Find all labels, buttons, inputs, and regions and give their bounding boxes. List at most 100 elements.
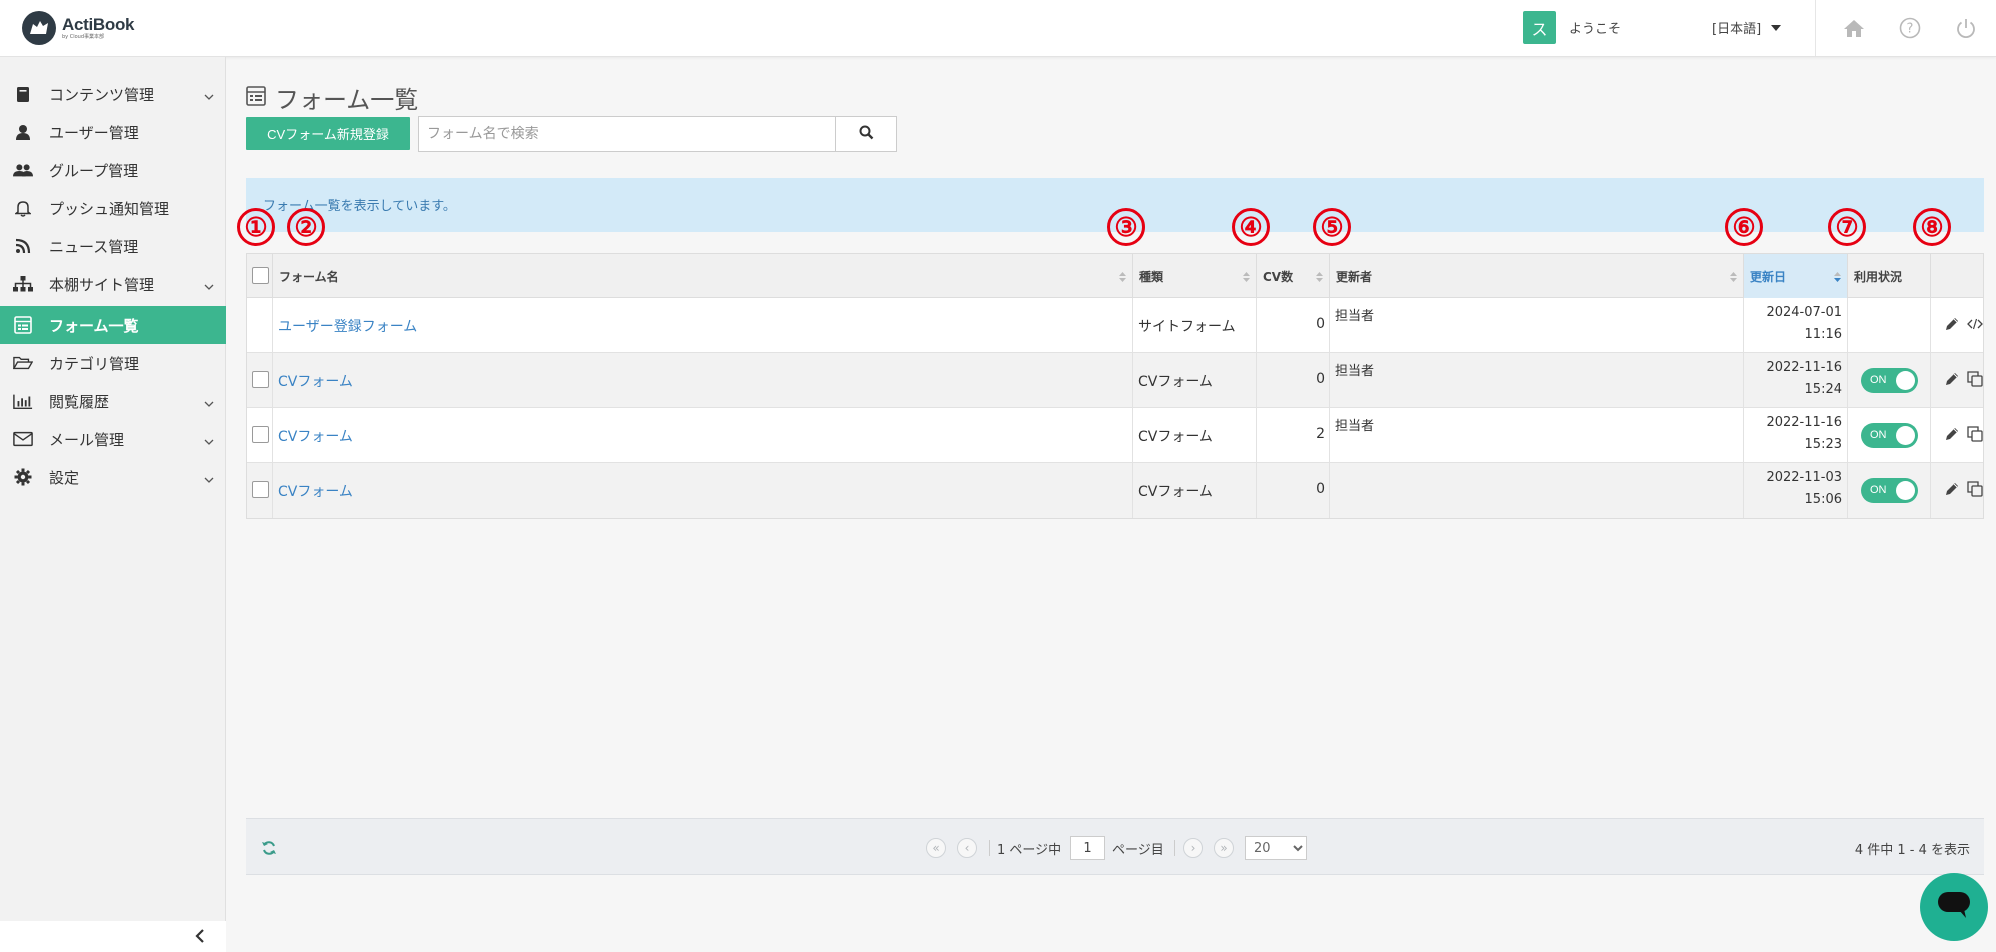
status-cell: ON [1848, 408, 1931, 463]
home-icon[interactable] [1841, 15, 1867, 41]
refresh-icon[interactable] [261, 840, 277, 860]
sidebar-item-label: フォーム一覧 [49, 316, 139, 335]
copy-icon[interactable] [1967, 371, 1983, 391]
sort-icon [1316, 271, 1323, 285]
chevron-down-icon [204, 472, 214, 488]
sidebar-item-categories[interactable]: カテゴリ管理 [0, 344, 226, 382]
sidebar-item-history[interactable]: 閲覧履歴 [0, 382, 226, 420]
row-checkbox[interactable] [252, 371, 269, 388]
sidebar-item-contents[interactable]: コンテンツ管理 [0, 75, 226, 113]
chevron-down-icon [204, 279, 214, 295]
form-type: CVフォーム [1138, 484, 1213, 500]
sidebar-item-users[interactable]: ユーザー管理 [0, 113, 226, 151]
search-button[interactable] [835, 116, 897, 152]
code-icon[interactable] [1967, 317, 1983, 335]
annotation-marker-1: ① [237, 208, 275, 246]
form-type: CVフォーム [1138, 429, 1213, 445]
envelope-icon [13, 429, 33, 449]
copy-icon[interactable] [1967, 426, 1983, 446]
chat-button[interactable] [1920, 873, 1988, 941]
toggle-knob [1896, 481, 1915, 500]
sidebar-item-forms[interactable]: フォーム一覧 [0, 306, 226, 344]
sidebar-item-groups[interactable]: グループ管理 [0, 151, 226, 189]
updated-date-cell: 2022-11-16 15:24 [1744, 353, 1848, 408]
search-icon [859, 125, 874, 144]
sidebar-item-settings[interactable]: 設定 [0, 458, 226, 496]
user-icon [13, 122, 33, 142]
status-cell: ON [1848, 353, 1931, 408]
sidebar-item-label: コンテンツ管理 [49, 85, 155, 104]
info-message: フォーム一覧を表示しています。 [263, 199, 456, 214]
updater-cell: 担当者 [1330, 298, 1744, 353]
form-icon [246, 85, 266, 110]
sidebar-item-label: ニュース管理 [49, 237, 139, 256]
user-avatar[interactable]: ス [1523, 11, 1556, 44]
top-header: ActiBook by Cloud事業本部 ス ようこそ [日本語] ? [0, 0, 1996, 57]
updater-cell: 担当者 [1330, 353, 1744, 408]
row-checkbox[interactable] [252, 481, 269, 498]
column-header-type[interactable]: 種類 [1133, 254, 1257, 298]
column-header-name[interactable]: フォーム名 [273, 254, 1133, 298]
form-name-link[interactable]: CVフォーム [278, 481, 353, 501]
toggle-label: ON [1870, 484, 1887, 496]
column-header-status: 利用状況 [1848, 254, 1931, 298]
column-header-updater[interactable]: 更新者 [1330, 254, 1744, 298]
sidebar-item-label: カテゴリ管理 [49, 354, 140, 373]
sidebar-item-news[interactable]: ニュース管理 [0, 227, 226, 265]
row-checkbox[interactable] [252, 426, 269, 443]
form-type-cell: CVフォーム [1133, 463, 1257, 518]
actions-cell [1931, 353, 1985, 408]
status-toggle[interactable]: ON [1861, 368, 1918, 393]
edit-pencil-icon[interactable] [1944, 371, 1960, 391]
cv-count: 0 [1316, 371, 1325, 387]
sidebar-collapse-icon[interactable] [190, 926, 210, 946]
power-icon[interactable] [1953, 15, 1979, 41]
form-type: サイトフォーム [1138, 319, 1236, 335]
row-select-cell [247, 353, 273, 408]
form-name-cell: CVフォーム [273, 353, 1133, 408]
svg-text:?: ? [1907, 22, 1914, 37]
page-number-input[interactable] [1070, 836, 1105, 860]
result-summary: 4 件中 1 - 4 を表示 [1854, 843, 1970, 858]
form-search-input[interactable] [418, 116, 836, 152]
actibook-logo[interactable]: ActiBook by Cloud事業本部 [22, 10, 135, 46]
copy-icon[interactable] [1967, 481, 1983, 501]
column-header-cv[interactable]: CV数 [1257, 254, 1330, 298]
form-name-link[interactable]: CVフォーム [278, 426, 353, 446]
form-name-link[interactable]: CVフォーム [278, 371, 353, 391]
status-toggle[interactable]: ON [1861, 423, 1918, 448]
edit-pencil-icon[interactable] [1944, 316, 1960, 336]
sidebar-item-mail[interactable]: メール管理 [0, 420, 226, 458]
column-header-updated-date[interactable]: 更新日 [1744, 254, 1848, 298]
first-page-icon[interactable]: « [926, 838, 946, 858]
edit-pencil-icon[interactable] [1944, 426, 1960, 446]
gear-icon [13, 467, 33, 487]
toggle-label: ON [1870, 374, 1887, 386]
last-page-icon[interactable]: » [1214, 838, 1234, 858]
prev-page-icon[interactable]: ‹ [957, 838, 977, 858]
select-all-checkbox[interactable] [252, 267, 269, 284]
chevron-down-icon [204, 434, 214, 450]
help-icon[interactable]: ? [1897, 15, 1923, 41]
sidebar-item-push[interactable]: プッシュ通知管理 [0, 189, 226, 227]
table-row: CVフォーム CVフォーム 0 2022-11-03 15:06 ON [247, 463, 1983, 518]
next-page-icon[interactable]: › [1183, 838, 1203, 858]
updated-time: 15:23 [1804, 437, 1842, 452]
per-page-select[interactable]: 20 [1245, 836, 1307, 860]
annotation-marker-7: ⑦ [1828, 208, 1866, 246]
annotation-marker-3: ③ [1107, 208, 1145, 246]
cv-count-cell: 0 [1257, 463, 1330, 518]
edit-pencil-icon[interactable] [1944, 481, 1960, 501]
row-select-cell [247, 408, 273, 463]
new-cv-form-button[interactable]: CVフォーム新規登録 [246, 117, 410, 150]
select-all-cell [247, 254, 273, 298]
sort-icon [1730, 271, 1737, 285]
form-type-cell: サイトフォーム [1133, 298, 1257, 353]
cv-count-cell: 0 [1257, 298, 1330, 353]
status-toggle[interactable]: ON [1861, 478, 1918, 503]
sort-icon [1119, 271, 1126, 285]
updated-date: 2022-11-16 [1766, 360, 1842, 375]
sidebar-item-bookshelf[interactable]: 本棚サイト管理 [0, 265, 226, 303]
form-name-link[interactable]: ユーザー登録フォーム [278, 316, 417, 336]
language-dropdown[interactable]: [日本語] [1712, 18, 1782, 37]
